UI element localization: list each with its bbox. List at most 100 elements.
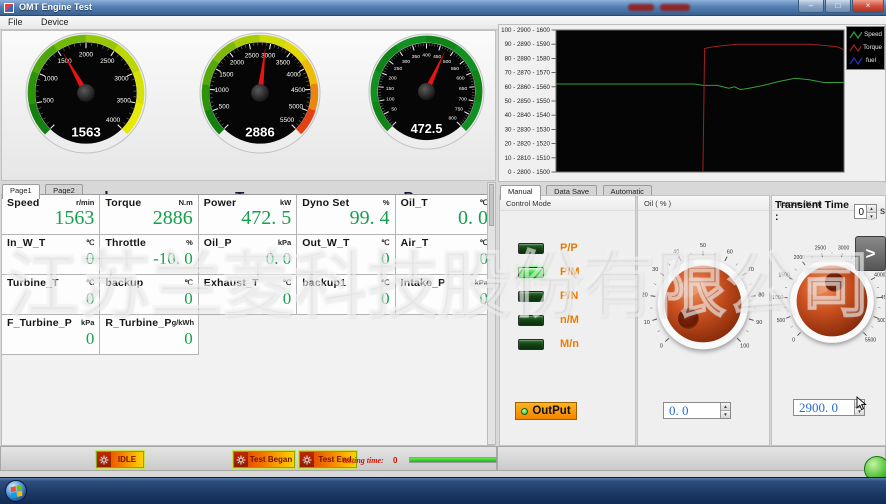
- table-cell: In_W_T℃0: [2, 235, 100, 275]
- led-indicator-icon: [518, 339, 544, 350]
- cell-unit: kPa: [278, 238, 291, 247]
- scrollbar-thumb[interactable]: [489, 184, 494, 226]
- test-begin-button[interactable]: Test Began: [233, 451, 295, 468]
- svg-text:150: 150: [386, 86, 394, 92]
- spin-down-icon[interactable]: ▼: [721, 411, 730, 418]
- cell-value: 0: [7, 289, 94, 308]
- control-mode-P-P[interactable]: P/P: [500, 236, 635, 260]
- power-gauge: 5010015020025030035040045050055060065070…: [368, 33, 485, 150]
- spin-up-icon[interactable]: ▲: [721, 403, 730, 411]
- cell-value: 0: [7, 249, 94, 268]
- torque-value-spinbox[interactable]: 2900. 0 ▲▼: [793, 399, 865, 416]
- cell-value: -10. 0: [105, 249, 192, 268]
- svg-text:2500: 2500: [245, 52, 260, 59]
- svg-text:3000: 3000: [114, 75, 129, 82]
- testing-progress-bar: [409, 457, 497, 463]
- svg-text:600: 600: [456, 75, 464, 81]
- minimize-button[interactable]: –: [798, 0, 824, 13]
- transient-time-value: 0: [855, 205, 866, 218]
- legend-label: Torque: [863, 44, 882, 51]
- svg-text:2886: 2886: [245, 124, 275, 139]
- cell-unit: kW: [280, 198, 291, 207]
- cell-unit: ℃: [184, 278, 192, 287]
- svg-text:20: 20: [642, 293, 648, 299]
- table-cell: TorqueN.m2886: [100, 195, 198, 235]
- legend-line-icon: [849, 56, 864, 66]
- control-mode-M-n[interactable]: M/n: [500, 332, 635, 356]
- application-window: OMT Engine Test – □ × File Device 500100…: [0, 0, 886, 504]
- cell-label: Oil_T: [401, 197, 428, 209]
- svg-text:2000: 2000: [230, 59, 245, 66]
- svg-text:100: 100: [386, 97, 394, 103]
- tab-manual[interactable]: Manual: [500, 185, 541, 200]
- svg-text:10 - 2810 - 1510: 10 - 2810 - 1510: [505, 155, 551, 162]
- svg-text:70: 70: [748, 267, 754, 273]
- table-cell: F_Turbine_PkPa0: [2, 315, 100, 355]
- oil-value-spinbox[interactable]: 0. 0 ▲▼: [663, 402, 731, 419]
- transient-time-spinbox[interactable]: 0 ▲▼: [854, 204, 877, 219]
- cell-label: Power: [204, 197, 237, 209]
- trend-chart-panel: 100 - 2900 - 160090 - 2890 - 159080 - 28…: [498, 24, 886, 182]
- menu-device[interactable]: Device: [33, 16, 77, 28]
- cell-value: 0: [401, 249, 488, 268]
- legend-item: Speed: [849, 28, 882, 41]
- mode-label: P/N: [560, 290, 578, 302]
- svg-text:5500: 5500: [280, 117, 295, 124]
- output-button[interactable]: OutPut: [515, 402, 577, 420]
- svg-text:60 - 2860 - 1560: 60 - 2860 - 1560: [505, 84, 551, 91]
- titlebar-red-mark: [660, 4, 690, 11]
- oil-knob[interactable]: 0102030405060708090100: [639, 240, 767, 368]
- svg-text:80 - 2880 - 1580: 80 - 2880 - 1580: [505, 55, 551, 62]
- trend-chart: 100 - 2900 - 160090 - 2890 - 159080 - 28…: [499, 25, 885, 181]
- table-cell: backup℃0: [100, 275, 198, 315]
- svg-text:700: 700: [459, 97, 467, 103]
- spin-up-icon[interactable]: ▲: [867, 205, 876, 213]
- torque-gauge: 5001000150020002500300035004000450050005…: [199, 32, 321, 154]
- legend-line-icon: [849, 43, 861, 53]
- cell-value: 0: [302, 249, 389, 268]
- control-mode-P-N[interactable]: P/N: [500, 284, 635, 308]
- svg-text:4000: 4000: [287, 72, 302, 79]
- cell-value: 0. 0: [204, 249, 291, 268]
- svg-text:1500: 1500: [779, 273, 790, 279]
- svg-text:30: 30: [652, 267, 658, 273]
- table-cell: Throttle%-10. 0: [100, 235, 198, 275]
- svg-text:2500: 2500: [815, 246, 826, 252]
- spin-down-icon[interactable]: ▼: [867, 213, 876, 220]
- control-mode-n-M[interactable]: n/M: [500, 308, 635, 332]
- svg-text:500: 500: [43, 97, 54, 104]
- torque-value: 2900. 0: [794, 400, 854, 415]
- legend-label: Speed: [864, 31, 882, 38]
- idle-label: IDLE: [111, 455, 143, 464]
- svg-text:5000: 5000: [289, 103, 304, 110]
- mode-label: M/n: [560, 338, 579, 350]
- close-button[interactable]: ×: [852, 0, 884, 13]
- cell-unit: ℃: [86, 278, 94, 287]
- cell-unit: ℃: [381, 278, 389, 287]
- control-mode-P-M[interactable]: P/M: [500, 260, 635, 284]
- tab-page1[interactable]: Page1: [2, 184, 40, 199]
- legend-line-icon: [849, 30, 862, 40]
- idle-button[interactable]: IDLE: [96, 451, 144, 468]
- cell-label: Air_T: [401, 237, 429, 249]
- menu-file[interactable]: File: [0, 16, 31, 28]
- cell-unit: ℃: [381, 238, 389, 247]
- svg-text:1500: 1500: [219, 72, 234, 79]
- svg-text:3000: 3000: [838, 246, 849, 252]
- transient-time-unit: s: [880, 206, 885, 217]
- svg-text:40 - 2840 - 1540: 40 - 2840 - 1540: [505, 112, 551, 119]
- cell-unit: %: [383, 198, 390, 207]
- maximize-button[interactable]: □: [825, 0, 851, 13]
- svg-text:4500: 4500: [291, 87, 306, 94]
- cell-label: Exhaust_T: [204, 277, 259, 289]
- table-scrollbar[interactable]: [487, 182, 496, 445]
- cell-value: 2886: [105, 209, 192, 228]
- svg-text:1000: 1000: [215, 87, 230, 94]
- svg-text:2000: 2000: [79, 52, 94, 59]
- expand-chevron-button[interactable]: >: [855, 236, 886, 271]
- svg-text:80: 80: [758, 293, 764, 299]
- svg-text:70 - 2870 - 1570: 70 - 2870 - 1570: [505, 70, 551, 77]
- start-button[interactable]: [5, 480, 27, 502]
- measurement-table-panel: Speedr/min1563TorqueN.m2886PowerkW472. 5…: [1, 194, 495, 446]
- oil-group-title: Oil ( % ): [638, 196, 769, 211]
